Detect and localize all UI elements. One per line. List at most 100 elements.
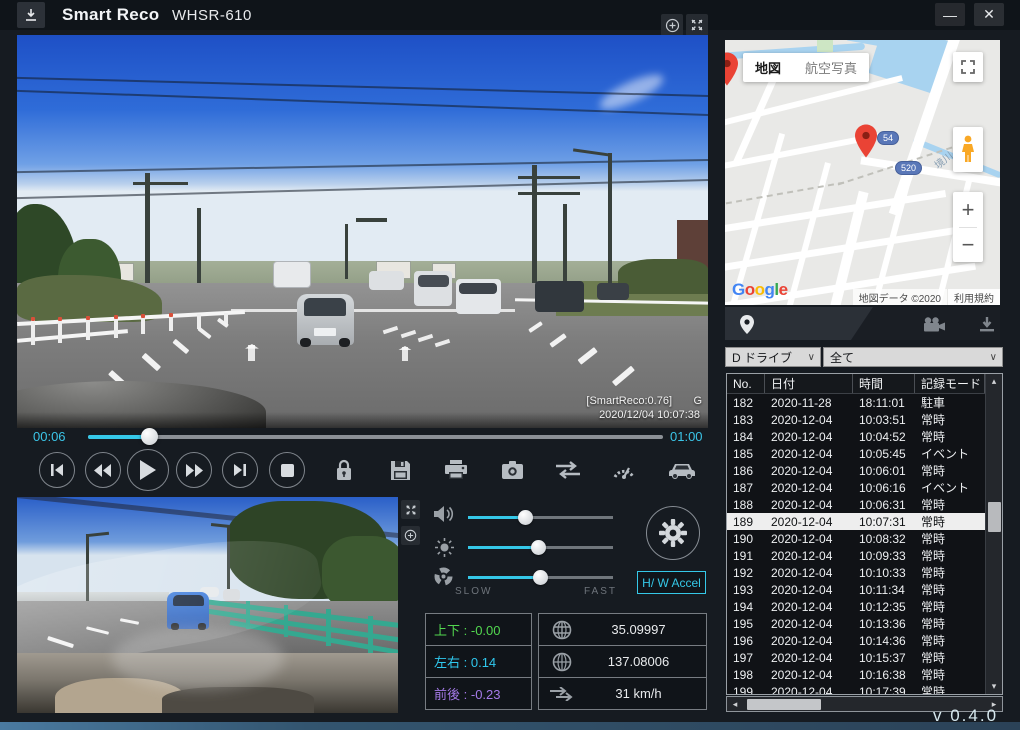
settings-button[interactable]: [646, 506, 700, 560]
scene-pole: [197, 208, 201, 283]
brightness-thumb[interactable]: [531, 540, 546, 555]
download-button[interactable]: [17, 2, 45, 28]
table-cell: 197: [727, 649, 765, 666]
skip-end-button[interactable]: [222, 452, 258, 488]
table-row[interactable]: 1842020-12-0410:04:52常時: [727, 428, 1002, 445]
swap-arrows-icon: [556, 461, 580, 479]
table-row[interactable]: 1892020-12-0410:07:31常時: [727, 513, 1002, 530]
rewind-button[interactable]: [85, 452, 121, 488]
table-row[interactable]: 1862020-12-0410:06:01常時: [727, 462, 1002, 479]
table-row[interactable]: 1992020-12-0410:17:39常時: [727, 683, 1002, 695]
hw-accel-button[interactable]: H/ W Accel: [637, 571, 706, 594]
vertical-scrollbar[interactable]: ▴ ▾: [985, 374, 1002, 694]
table-cell: 190: [727, 530, 765, 547]
gps-speed: 31 km/h: [538, 677, 707, 710]
brightness-control[interactable]: [433, 536, 455, 558]
snapshot-button[interactable]: [497, 455, 527, 485]
horizontal-scroll-thumb[interactable]: [747, 699, 821, 710]
table-cell: 196: [727, 632, 765, 649]
print-button[interactable]: [441, 455, 471, 485]
table-row[interactable]: 1822020-11-2818:11:01駐車: [727, 394, 1002, 411]
speed-thumb[interactable]: [533, 570, 548, 585]
map-zoom-out-button[interactable]: −: [953, 228, 983, 262]
table-cell: 10:06:01: [853, 462, 915, 479]
fast-forward-button[interactable]: [176, 452, 212, 488]
drive-data-button[interactable]: [667, 455, 697, 485]
table-row[interactable]: 1962020-12-0410:14:36常時: [727, 632, 1002, 649]
volume-control[interactable]: [432, 502, 456, 526]
column-header[interactable]: 時間: [853, 374, 915, 393]
map-type-satellite[interactable]: 航空写真: [793, 58, 869, 77]
scene-post: [31, 320, 35, 346]
sub-video-display[interactable]: [17, 497, 398, 713]
download-files-button[interactable]: [975, 312, 999, 336]
seek-thumb[interactable]: [141, 428, 158, 445]
title-bar: Smart Reco WHSR-610 — ✕: [0, 0, 1020, 30]
table-row[interactable]: 1872020-12-0410:06:16イベント: [727, 479, 1002, 496]
drive-select[interactable]: D ドライブ ∨: [725, 347, 821, 367]
scroll-up-arrow[interactable]: ▴: [992, 374, 997, 389]
table-body: 1822020-11-2818:11:01駐車1832020-12-0410:0…: [727, 394, 1002, 695]
table-cell: 常時: [915, 530, 985, 547]
sub-video-zoom-button[interactable]: [401, 526, 420, 545]
map-road: [781, 162, 831, 305]
map-type-map[interactable]: 地図: [743, 58, 793, 77]
table-row[interactable]: 1932020-12-0410:11:34常時: [727, 581, 1002, 598]
map-terms-link[interactable]: 利用規約: [948, 289, 1000, 305]
minimize-button[interactable]: —: [935, 3, 965, 26]
brightness-slider[interactable]: [468, 546, 613, 549]
table-row[interactable]: 1942020-12-0410:12:35常時: [727, 598, 1002, 615]
table-cell: 2020-12-04: [765, 479, 853, 496]
video-zoom-button[interactable]: [661, 14, 683, 36]
play-button[interactable]: [127, 449, 169, 491]
circle-plus-icon: [404, 529, 417, 542]
table-row[interactable]: 1952020-12-0410:13:36常時: [727, 615, 1002, 632]
main-video-display[interactable]: [SmartReco:0.76]G 2020/12/04 10:07:38: [17, 35, 708, 428]
column-header[interactable]: 記録モード: [915, 374, 985, 393]
column-header[interactable]: 日付: [765, 374, 853, 393]
overlay-recorder-label: [SmartReco:0.76]: [586, 395, 672, 407]
record-filter-select[interactable]: 全て ∨: [823, 347, 1003, 367]
table-row[interactable]: 1882020-12-0410:06:31常時: [727, 496, 1002, 513]
street-view-pegman[interactable]: [953, 127, 983, 172]
stop-button[interactable]: [269, 452, 305, 488]
gsensor-updown: 上下 : -0.00: [425, 613, 532, 646]
scroll-down-arrow[interactable]: ▾: [992, 679, 997, 694]
map-marker[interactable]: [855, 124, 877, 158]
table-cell: 常時: [915, 428, 985, 445]
gear-icon: [658, 518, 688, 548]
lock-icon: [335, 459, 353, 481]
volume-slider[interactable]: [468, 516, 613, 519]
map-panel[interactable]: 54 520 境川 地図 航空写真 + − Google 地図データ ©2020…: [725, 40, 1000, 305]
volume-thumb[interactable]: [518, 510, 533, 525]
table-row[interactable]: 1912020-12-0410:09:33常時: [727, 547, 1002, 564]
swap-camera-button[interactable]: [553, 455, 583, 485]
speed-slider[interactable]: [468, 576, 613, 579]
table-cell: 184: [727, 428, 765, 445]
table-row[interactable]: 1922020-12-0410:10:33常時: [727, 564, 1002, 581]
playback-speed-control[interactable]: [432, 565, 454, 587]
scene-post-tip: [86, 316, 90, 320]
video-fullscreen-button[interactable]: [686, 14, 708, 36]
table-row[interactable]: 1852020-12-0410:05:45イベント: [727, 445, 1002, 462]
lock-button[interactable]: [329, 455, 359, 485]
close-button[interactable]: ✕: [974, 3, 1004, 26]
table-row[interactable]: 1982020-12-0410:16:38常時: [727, 666, 1002, 683]
map-fullscreen-button[interactable]: [953, 52, 983, 82]
table-row[interactable]: 1972020-12-0410:15:37常時: [727, 649, 1002, 666]
speedometer-button[interactable]: [609, 455, 639, 485]
table-row[interactable]: 1902020-12-0410:08:32常時: [727, 530, 1002, 547]
scroll-left-arrow[interactable]: ◂: [727, 697, 743, 711]
map-zoom-in-button[interactable]: +: [953, 193, 983, 227]
map-type-switcher[interactable]: 地図 航空写真: [743, 53, 869, 82]
skip-start-button[interactable]: [39, 452, 75, 488]
table-cell: 常時: [915, 683, 985, 695]
save-button[interactable]: [385, 455, 415, 485]
seek-bar[interactable]: [88, 435, 663, 439]
vertical-scroll-thumb[interactable]: [988, 502, 1001, 532]
sub-video-fullscreen-button[interactable]: [401, 500, 420, 519]
show-location-button[interactable]: [735, 312, 759, 336]
column-header[interactable]: No.: [727, 374, 765, 393]
table-row[interactable]: 1832020-12-0410:03:51常時: [727, 411, 1002, 428]
video-list-button[interactable]: [922, 312, 946, 336]
